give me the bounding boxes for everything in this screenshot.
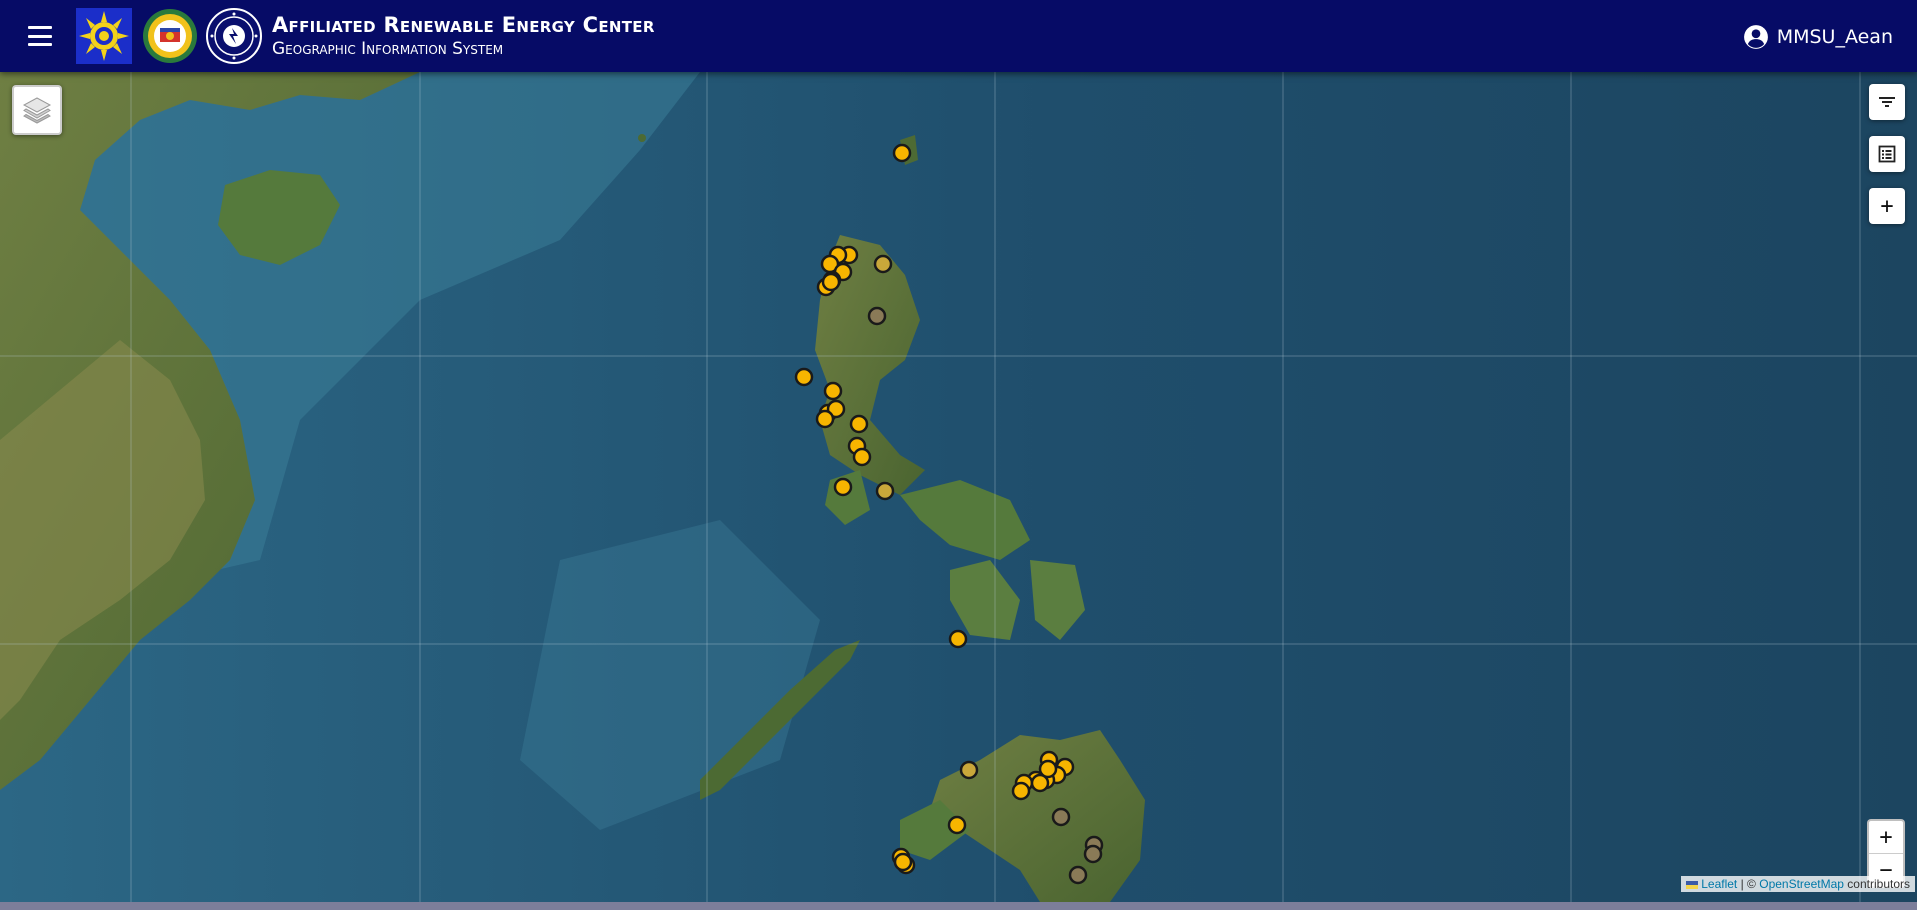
leaflet-link[interactable]: Leaflet — [1701, 877, 1737, 891]
sunburst-gear-logo — [76, 8, 132, 64]
app-subtitle: Geographic Information System — [272, 39, 504, 59]
energy-seal-logo — [206, 8, 262, 64]
app-header: Affiliated Renewable Energy Center Geogr… — [0, 0, 1917, 72]
ukraine-flag-icon — [1686, 880, 1699, 889]
layers-icon — [22, 97, 52, 124]
zoom-in-button[interactable]: + — [1869, 821, 1903, 853]
app-title: Affiliated Renewable Energy Center — [272, 13, 655, 37]
satellite-basemap[interactable] — [0, 72, 1917, 902]
bottom-strip — [0, 902, 1917, 910]
layers-control-button[interactable] — [12, 85, 62, 135]
list-icon — [1878, 145, 1896, 163]
hamburger-menu-icon[interactable] — [24, 22, 56, 50]
mmsu-seal-logo — [143, 9, 197, 63]
attribution-separator: | © — [1740, 877, 1756, 891]
list-view-button[interactable] — [1869, 136, 1905, 172]
add-button[interactable]: + — [1869, 188, 1905, 224]
map-view[interactable]: + + − Leaflet | © OpenStreetMap contribu… — [0, 72, 1917, 902]
filter-icon — [1879, 97, 1895, 107]
account-circle-icon — [1743, 25, 1768, 49]
user-menu[interactable]: MMSU_Aean — [1743, 24, 1893, 50]
openstreetmap-link[interactable]: OpenStreetMap — [1759, 877, 1844, 891]
filter-button[interactable] — [1869, 84, 1905, 120]
username: MMSU_Aean — [1776, 26, 1893, 48]
app-title-block: Affiliated Renewable Energy Center Geogr… — [272, 12, 655, 60]
attribution-contributors: contributors — [1847, 877, 1910, 891]
map-attribution: Leaflet | © OpenStreetMap contributors — [1681, 876, 1915, 892]
